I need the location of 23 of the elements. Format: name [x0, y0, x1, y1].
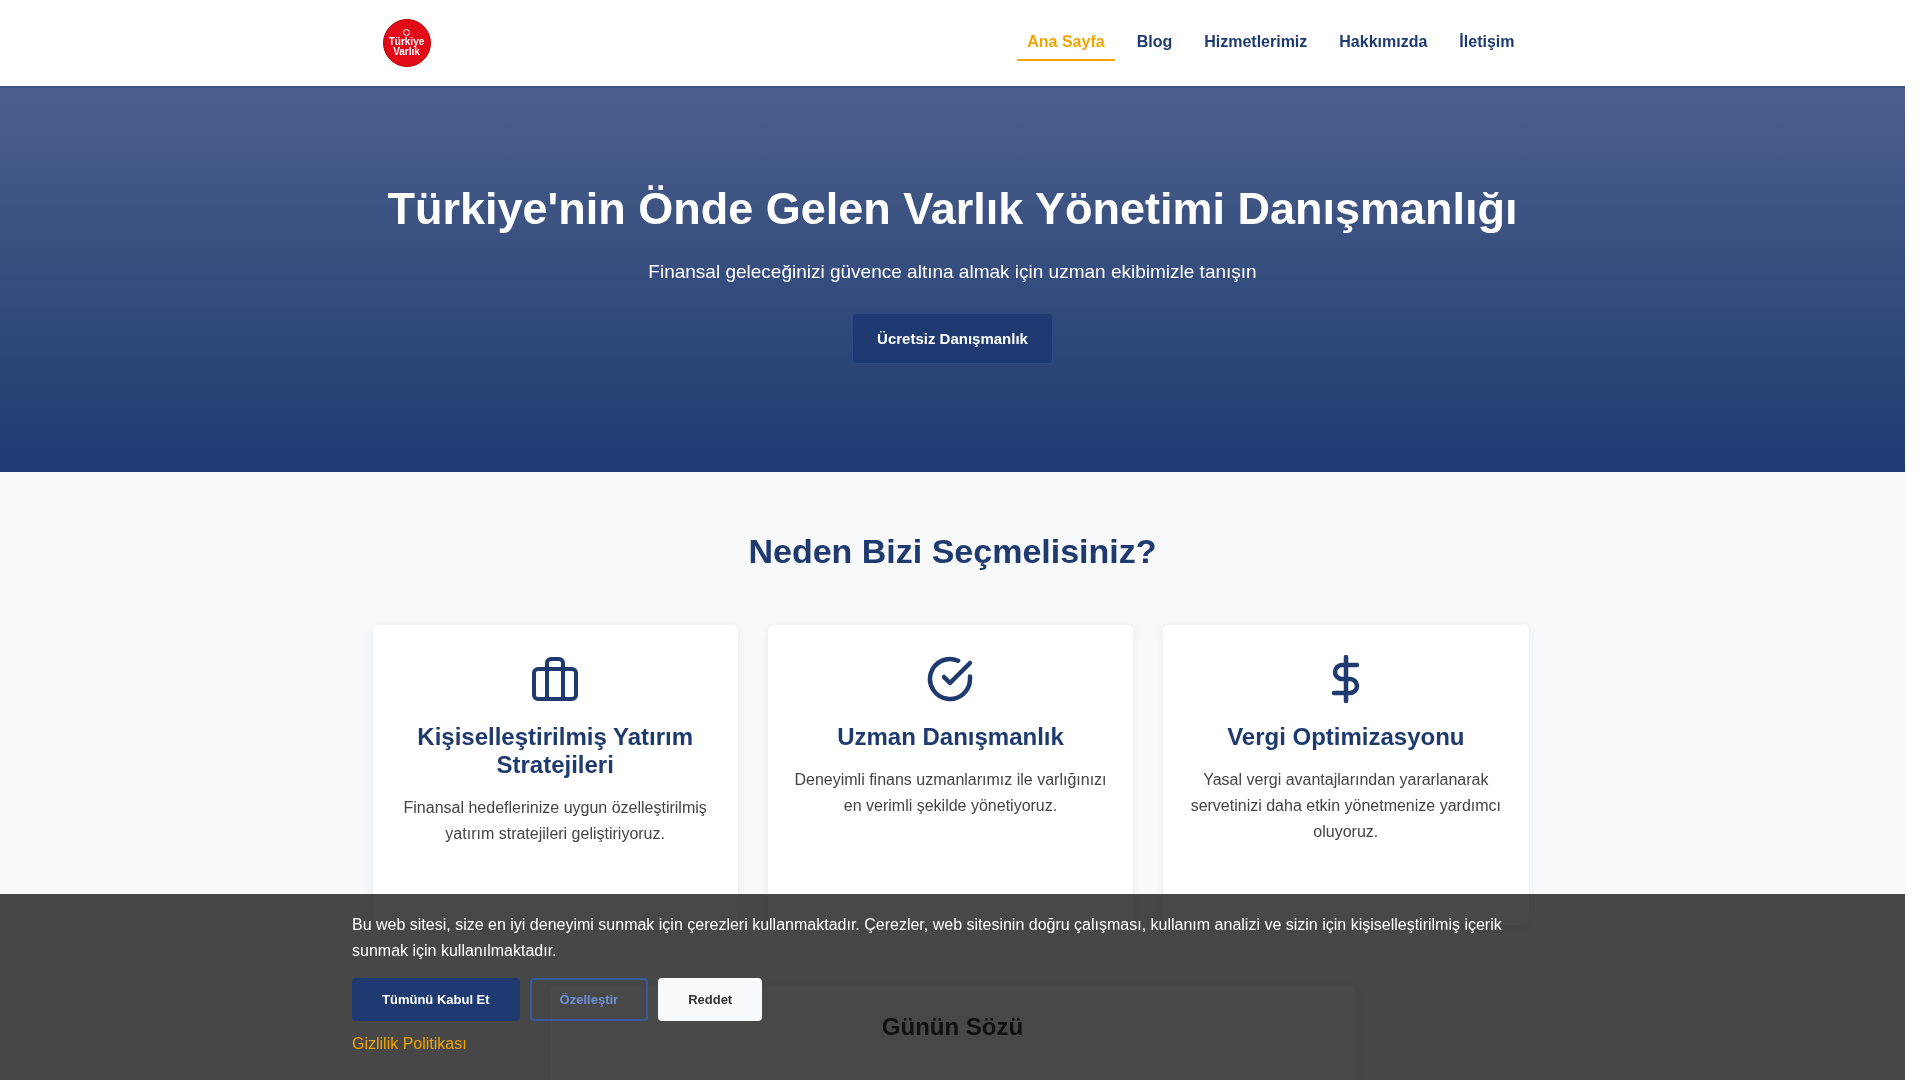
cookie-button[interactable]: Reddet — [658, 978, 763, 1021]
cookie-notice-text: Bu web sitesi, size en iyi deneyimi sunmak için çerezleri kullanmaktadır. Çerezler, web sitesinin doğru çalışması, kullanım analizi ve sizin için kişiselleştirilmiş içerik sunmak için kullanılmaktadır. — [352, 915, 1503, 961]
cookie-button[interactable]: Tümünü Kabul Et — [352, 978, 520, 1021]
check-circle-icon — [926, 655, 975, 703]
card-title: Kişiselleştirilmiş Yatırım Stratejileri — [416, 723, 694, 779]
hero-subtitle: Finansal geleceğinizi güvence altına almak için uzman ekibimizle tanışın — [648, 261, 1257, 283]
dollar-icon — [1329, 655, 1362, 703]
consultation-button[interactable]: Ücretsiz Danışmanlık — [852, 313, 1053, 364]
card-text: Deneyimli finans uzmanlarımız ile varlığınızı en verimli şekilde yönetiyoruz. — [793, 770, 1108, 816]
nav-link[interactable]: Hizmetlerimiz — [1194, 25, 1318, 61]
logo[interactable]: Türkiye Varlık — [382, 19, 431, 67]
nav-link[interactable]: Hakkımızda — [1329, 25, 1438, 61]
card-title: Vergi Optimizasyonu — [1227, 723, 1465, 751]
hero-title: Türkiye'nin Önde Gelen Varlık Yönetimi Danışmanlığı — [387, 183, 1518, 235]
nav-link[interactable]: Blog — [1126, 25, 1183, 61]
card-text: Finansal hedeflerinize uygun özelleştirilmiş yatırım stratejileri geliştiriyoruz. — [402, 798, 708, 844]
section-title: Neden Bizi Seçmelisiniz? — [747, 532, 1158, 571]
privacy-policy-link[interactable]: Gizlilik Politikası — [352, 1035, 467, 1053]
card-text: Yasal vergi avantajlarından yararlanarak servetinizi daha etkin yönetmenize yardımcı oluyoruz. — [1189, 770, 1502, 842]
nav-link[interactable]: İletişim — [1449, 25, 1525, 61]
card-title: Uzman Danışmanlık — [837, 723, 1064, 751]
quote-title: Günün Sözü — [880, 1013, 1025, 1041]
briefcase-icon — [532, 657, 579, 701]
